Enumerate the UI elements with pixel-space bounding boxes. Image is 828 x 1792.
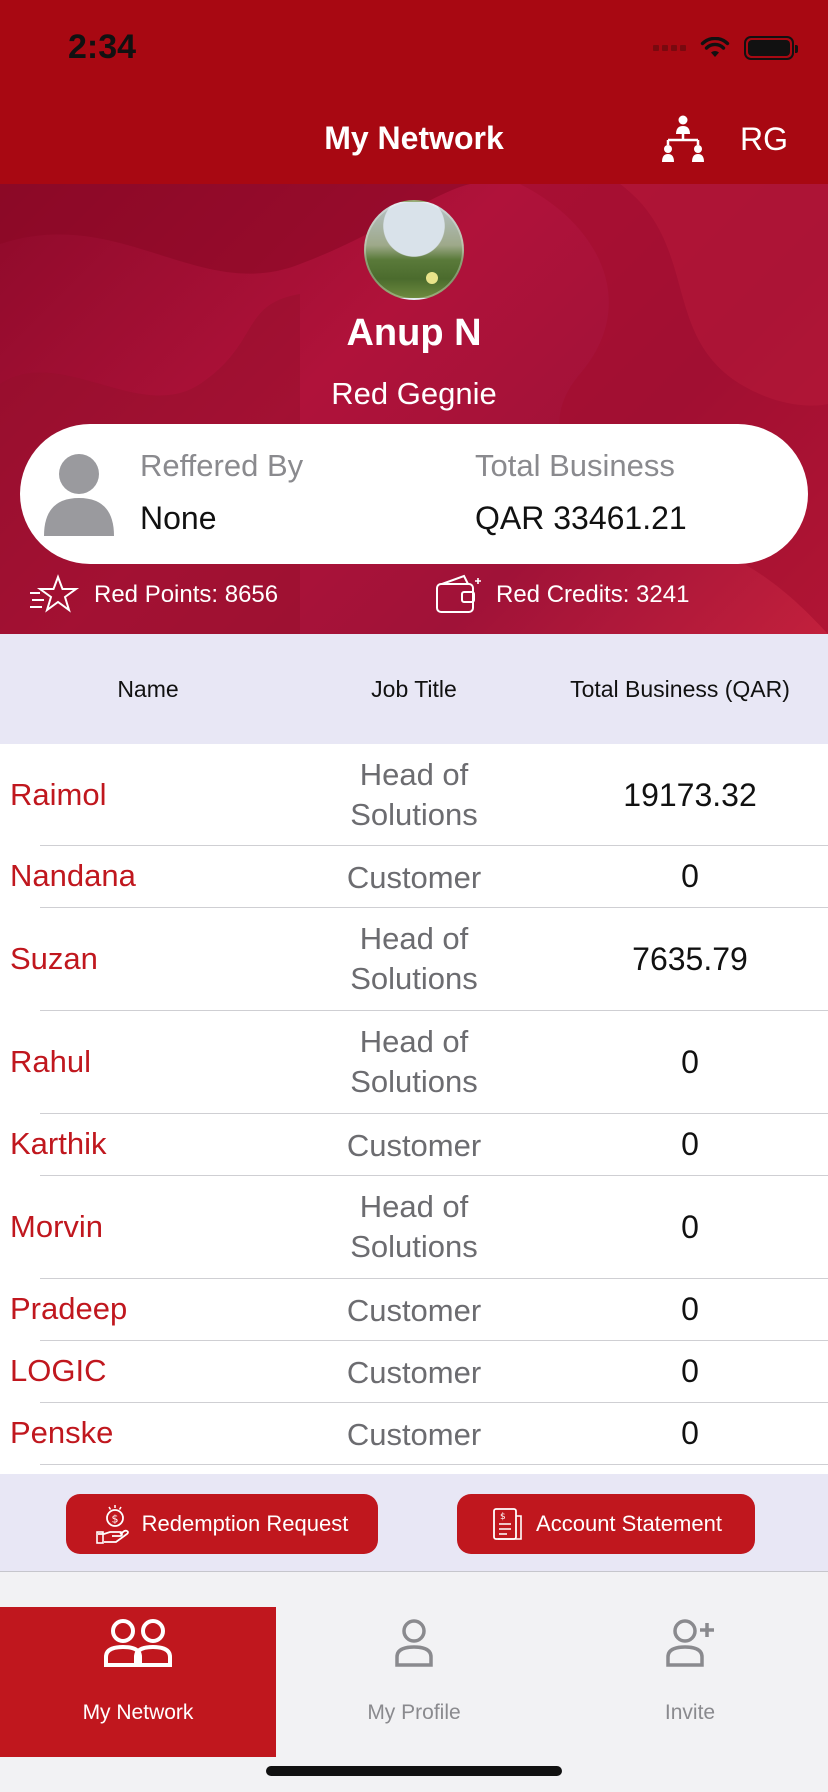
add-user-icon (666, 1619, 714, 1667)
member-name: Penske (10, 1415, 114, 1450)
tab-my-network[interactable]: My Network (0, 1607, 276, 1757)
status-icons (653, 36, 798, 60)
member-job-title: Head of Solutions (350, 1024, 478, 1099)
star-icon (30, 574, 80, 613)
status-time: 2:34 (68, 28, 137, 66)
statement-document-icon: $ (493, 1508, 522, 1540)
column-header-name: Name (117, 676, 179, 702)
member-name: Rahul (10, 1044, 91, 1079)
referral-summary-card: Reffered By None Total Business QAR 3346… (20, 424, 808, 564)
wifi-icon (700, 37, 730, 57)
member-total-business: 0 (681, 1291, 699, 1327)
table-row[interactable]: Raimol Head of Solutions 19173.32 (0, 744, 828, 846)
account-statement-button[interactable]: $ Account Statement (457, 1494, 755, 1554)
member-total-business: 0 (681, 1126, 699, 1162)
table-row[interactable]: Morvin Head of Solutions 0 (0, 1176, 828, 1279)
member-job-title: Customer (346, 1293, 482, 1328)
account-statement-label: Account Statement (536, 1511, 722, 1536)
total-business-label: Total Business (475, 448, 675, 483)
member-job-title: Customer (346, 860, 482, 895)
wallet-icon (436, 574, 481, 613)
member-job-title: Customer (346, 1417, 482, 1452)
member-name: Karthik (10, 1126, 107, 1161)
avatar[interactable] (364, 200, 464, 300)
member-total-business: 0 (681, 1209, 699, 1245)
svg-text:$: $ (111, 1513, 118, 1526)
table-header: Name Job Title Total Business (QAR) (0, 634, 828, 744)
network-table: Raimol Head of Solutions 19173.32 Nandan… (0, 744, 828, 1474)
referred-by-label: Reffered By (140, 448, 304, 483)
member-job-title: Head of Solutions (350, 1189, 478, 1264)
tab-label: My Network (82, 1701, 194, 1724)
member-name: Raimol (10, 777, 107, 812)
user-name: Anup N (346, 312, 482, 354)
member-name: LOGIC (10, 1353, 107, 1388)
profile-header: Anup N Red Gegnie Reffered By None Total… (0, 184, 828, 634)
tab-label: My Profile (367, 1701, 461, 1724)
user-initials-button[interactable]: RG (740, 121, 788, 158)
network-users-icon (104, 1619, 172, 1667)
action-bar: $ Redemption Request $ Account Statement (0, 1474, 828, 1572)
member-name: Morvin (10, 1209, 104, 1244)
cellular-signal-icon (653, 45, 686, 51)
tab-bar: My Network My Profile Invite (0, 1572, 828, 1792)
table-row[interactable]: Penske Customer 0 (0, 1403, 828, 1465)
svg-text:$: $ (500, 1512, 506, 1522)
redemption-request-label: Redemption Request (141, 1511, 349, 1536)
member-name: Nandana (10, 858, 136, 893)
battery-icon (744, 36, 798, 60)
profile-icon (395, 1619, 433, 1667)
column-header-job-title: Job Title (371, 676, 457, 702)
member-job-title: Head of Solutions (350, 921, 478, 996)
table-row[interactable]: Pradeep Customer 0 (0, 1279, 828, 1341)
money-hand-icon: $ (95, 1505, 129, 1544)
member-total-business: 19173.32 (623, 777, 757, 813)
member-total-business: 0 (681, 1415, 699, 1451)
table-row[interactable]: LOGIC Customer 0 (0, 1341, 828, 1403)
referred-by-value: None (140, 500, 217, 536)
member-job-title: Customer (346, 1128, 482, 1163)
member-total-business: 0 (681, 1353, 699, 1389)
tab-invite[interactable]: Invite (552, 1607, 828, 1757)
member-total-business: 0 (681, 1044, 699, 1080)
column-header-total-business: Total Business (QAR) (570, 676, 790, 702)
red-points-text: Red Points: 8656 (94, 581, 279, 608)
member-name: Pradeep (10, 1291, 128, 1326)
member-name: Suzan (10, 941, 98, 976)
member-job-title: Customer (346, 1355, 482, 1390)
table-row[interactable]: Rahul Head of Solutions 0 (0, 1011, 828, 1114)
member-job-title: Head of Solutions (350, 757, 478, 832)
user-role: Red Gegnie (331, 376, 497, 411)
redemption-request-button[interactable]: $ Redemption Request (66, 1494, 378, 1554)
total-business-value: QAR 33461.21 (475, 500, 687, 536)
table-row[interactable]: Suzan Head of Solutions 7635.79 (0, 908, 828, 1011)
red-credits-text: Red Credits: 3241 (496, 581, 690, 608)
red-credits: Red Credits: 3241 (434, 574, 689, 616)
tab-label: Invite (664, 1701, 716, 1724)
tab-my-profile[interactable]: My Profile (276, 1607, 552, 1757)
table-row[interactable]: Nandana Customer 0 (0, 846, 828, 908)
person-placeholder-icon (44, 454, 114, 536)
member-total-business: 0 (681, 858, 699, 894)
table-row[interactable]: Karthik Customer 0 (0, 1114, 828, 1176)
home-indicator (266, 1766, 562, 1776)
navigation-bar: 2:34 My Network RG (0, 0, 828, 184)
hierarchy-icon[interactable] (660, 114, 706, 164)
red-points: Red Points: 8656 (28, 574, 278, 616)
member-total-business: 7635.79 (632, 941, 748, 977)
